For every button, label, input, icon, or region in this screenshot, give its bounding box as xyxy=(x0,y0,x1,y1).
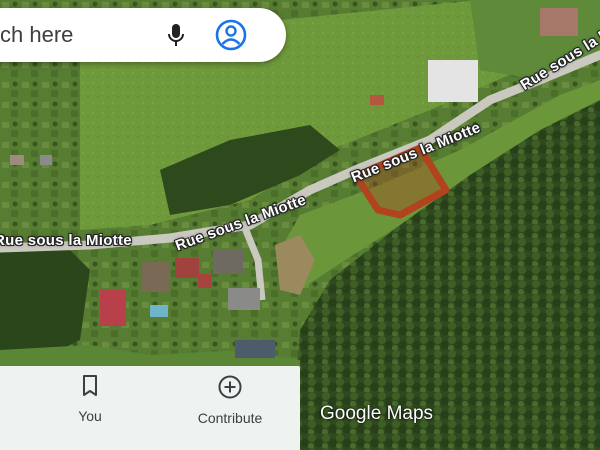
nav-you-label: You xyxy=(78,408,102,424)
add-circle-icon xyxy=(218,375,242,399)
bookmark-icon xyxy=(83,375,97,396)
nav-contribute-label: Contribute xyxy=(197,410,263,426)
watermark-product: Maps xyxy=(386,403,434,424)
nav-contribute[interactable]: Contribute xyxy=(185,374,275,426)
road-label-left: Rue sous la Miotte xyxy=(0,232,132,249)
mic-icon[interactable] xyxy=(164,22,188,48)
google-maps-watermark: Google Maps xyxy=(320,403,433,425)
bottom-navigation: You Contribute xyxy=(0,366,300,450)
account-icon[interactable] xyxy=(214,18,248,52)
watermark-brand: Google xyxy=(320,403,382,424)
search-placeholder[interactable]: ch here xyxy=(0,22,73,48)
search-bar[interactable]: ch here xyxy=(0,8,286,62)
nav-you[interactable]: You xyxy=(45,374,135,424)
